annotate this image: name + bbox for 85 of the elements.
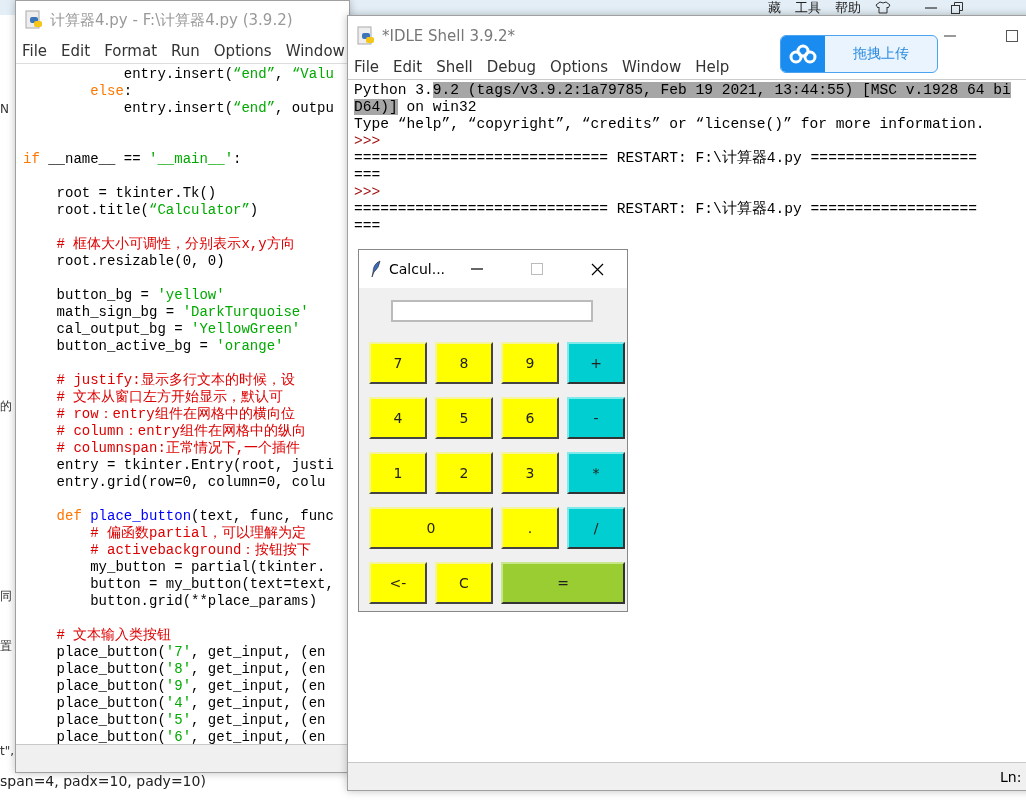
page-text-fragment: 置: [0, 638, 13, 655]
calculator-key[interactable]: 2: [435, 452, 493, 494]
calculator-key[interactable]: *: [567, 452, 625, 494]
code-line: place_button('7', get_input, (en: [55, 644, 327, 661]
calculator-key[interactable]: =: [501, 562, 625, 604]
calculator-key[interactable]: 3: [501, 452, 559, 494]
code-line: # 偏函数partial，可以理解为定: [89, 525, 307, 542]
code-line: entry.grid(row=0, column=0, colu: [55, 474, 327, 491]
menu-item[interactable]: Run: [171, 39, 200, 63]
code-line: # row：entry组件在网格中的横向位: [55, 406, 296, 423]
shell-line: ============================= RESTART: F:\计算器4.py ===================: [354, 150, 978, 167]
window-title: *IDLE Shell 3.9.2*: [382, 27, 516, 45]
shell-line: Python 3.9.2 (tags/v3.9.2:1a79785, Feb 19 2021, 13:44:55) [MSC v.1928 64 bi: [354, 82, 1012, 99]
menu-item[interactable]: Options: [213, 39, 272, 63]
code-line: # 框体大小可调性，分别表示x,y方向: [55, 236, 296, 253]
browser-menu-item[interactable]: 帮助: [835, 0, 861, 15]
code-line: root = tkinter.Tk(): [55, 185, 218, 202]
calculator-key[interactable]: 6: [501, 397, 559, 439]
code-line: entry.insert(“end”, outpu: [122, 100, 335, 117]
code-line: button.grid(**place_params): [89, 593, 319, 610]
calculator-key[interactable]: <-: [369, 562, 427, 604]
page-text-fragment: 的: [0, 398, 13, 415]
page-text-fragment: t",: [0, 744, 15, 758]
calculator-key[interactable]: 5: [435, 397, 493, 439]
code-line: button_bg = 'yellow': [55, 287, 226, 304]
code-line: # column：entry组件在网格中的纵向: [55, 423, 307, 440]
code-line: # 文本输入类按钮: [55, 627, 173, 644]
shell-line: ============================= RESTART: F:\计算器4.py ===================: [354, 201, 978, 218]
menu-item[interactable]: Window: [622, 56, 682, 79]
code-line: place_button('5', get_input, (en: [55, 712, 327, 729]
calculator-key[interactable]: 1: [369, 452, 427, 494]
code-line: if __name__ == '__main__':: [23, 151, 243, 168]
code-line: root.resizable(0, 0): [55, 253, 226, 270]
window-title: 计算器4.py - F:\计算器4.py (3.9.2): [50, 10, 293, 30]
menu-item[interactable]: File: [354, 56, 380, 79]
calculator-key[interactable]: 0: [369, 507, 493, 549]
shell-line: ===: [354, 167, 382, 184]
browser-menu-item[interactable]: 藏: [768, 0, 781, 15]
code-line: # columnspan:正常情况下,一个插件: [55, 440, 302, 457]
code-line: def place_button(text, func, func: [55, 508, 335, 525]
calculator-key[interactable]: -: [567, 397, 625, 439]
code-line: my_button = partial(tkinter.: [89, 559, 327, 576]
line-number-label: Ln:: [1000, 769, 1022, 785]
window-title: Calcul...: [389, 261, 446, 277]
shell-line: >>>: [354, 184, 382, 201]
code-line: # justify:显示多行文本的时候，设: [55, 372, 296, 389]
calculator-key[interactable]: C: [435, 562, 493, 604]
calculator-key[interactable]: 4: [369, 397, 427, 439]
code-line: # 文本从窗口左方开始显示，默认可: [55, 389, 285, 406]
menu-item[interactable]: Help: [695, 56, 730, 79]
page-text-fragment: N: [0, 102, 10, 116]
code-line: else:: [89, 83, 134, 100]
code-line: entry = tkinter.Entry(root, justi: [55, 457, 335, 474]
menu-item[interactable]: Shell: [436, 56, 473, 79]
menu-item[interactable]: Format: [104, 39, 158, 63]
code-line: place_button('4', get_input, (en: [55, 695, 327, 712]
code-line: math_sign_bg = 'DarkTurquoise': [55, 304, 310, 321]
shell-line: Type “help”, “copyright”, “credits” or “license()” for more information.: [354, 116, 986, 133]
menu-item[interactable]: File: [22, 39, 48, 63]
code-line: cal_output_bg = 'YellowGreen': [55, 321, 302, 338]
calculator-key[interactable]: 7: [369, 342, 427, 384]
code-line: place_button('6', get_input, (en: [55, 729, 327, 744]
shell-line: ===: [354, 218, 382, 235]
calculator-key[interactable]: +: [567, 342, 625, 384]
calculator-key[interactable]: 9: [501, 342, 559, 384]
menu-item[interactable]: Window: [285, 39, 345, 63]
code-line: entry.insert(“end”, “Valu: [122, 66, 335, 83]
menu-item[interactable]: Edit: [61, 39, 91, 63]
code-line: root.title(“Calculator”): [55, 202, 260, 219]
code-line: # activebackground：按钮按下: [89, 542, 313, 559]
page-text-fragment: 同: [0, 588, 13, 605]
calculator-key[interactable]: 8: [435, 342, 493, 384]
menu-item[interactable]: Edit: [393, 56, 423, 79]
menu-item[interactable]: Options: [550, 56, 608, 79]
page-code-text: span=4, padx=10, pady=10): [0, 773, 206, 789]
calculator-key[interactable]: /: [567, 507, 625, 549]
menu-item[interactable]: Debug: [486, 56, 537, 79]
code-line: button_active_bg = 'orange': [55, 338, 285, 355]
code-line: place_button('9', get_input, (en: [55, 678, 327, 695]
shell-line: D64)] on win32: [354, 99, 478, 116]
shell-line: >>>: [354, 133, 382, 150]
calculator-key[interactable]: .: [501, 507, 559, 549]
code-line: button = my_button(text=text,: [89, 576, 335, 593]
code-line: place_button('8', get_input, (en: [55, 661, 327, 678]
browser-menu-item[interactable]: 工具: [795, 0, 821, 15]
